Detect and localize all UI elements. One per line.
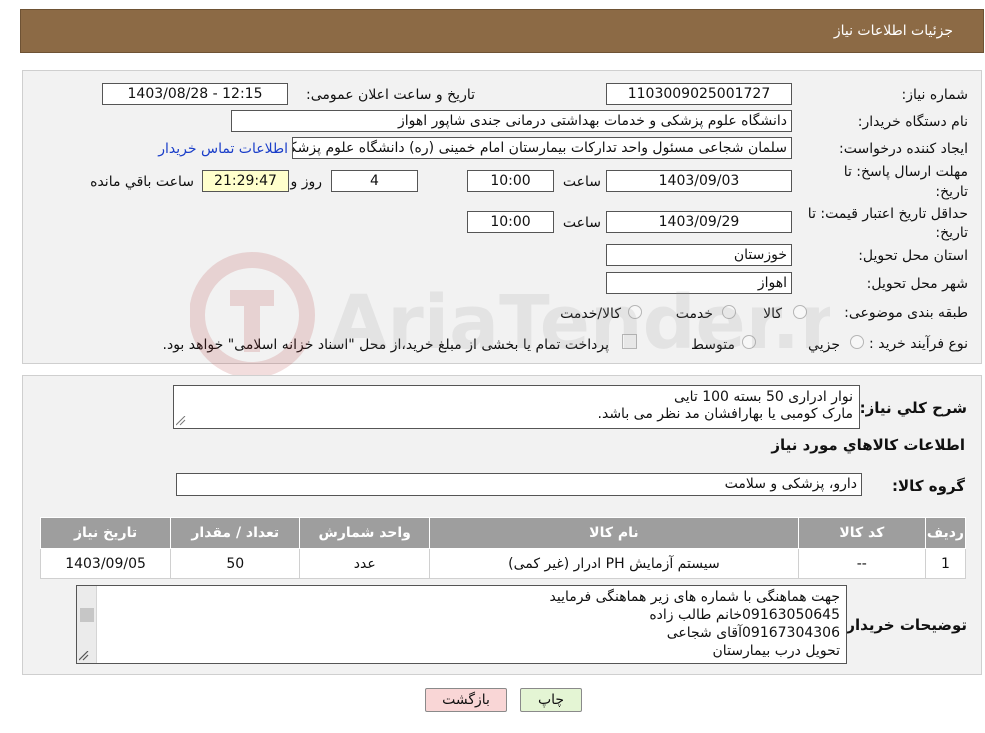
category-option-goods: کالا (763, 306, 782, 322)
process-option-partial: جزيي (808, 337, 840, 353)
process-option-medium: متوسط (691, 337, 735, 353)
goods-table: ردیف کد کالا نام کالا واحد شمارش تعداد /… (39, 517, 967, 579)
category-option-both: کالا/خدمت (560, 306, 621, 322)
price-validity-time-field: 10:00 (467, 211, 554, 233)
scroll-thumb[interactable] (80, 608, 94, 622)
col-goods-code: کد کالا (797, 517, 926, 549)
category-radio-service[interactable] (722, 305, 736, 319)
province-field: خوزستان (606, 244, 792, 266)
cell-unit: عدد (299, 548, 431, 579)
province-label: استان محل تحویل: (858, 248, 968, 264)
countdown-field: 21:29:47 (202, 170, 289, 192)
reply-deadline-label-1: مهلت ارسال پاسخ: تا (843, 164, 968, 180)
category-option-service: خدمت (675, 306, 713, 322)
price-validity-date-field: 1403/09/29 (606, 211, 792, 233)
notes-line-3: 09167304306آقای شجاعی (666, 625, 840, 641)
buyer-notes-textarea[interactable]: جهت هماهنگی با شماره های زیر هماهنگی فرم… (76, 585, 847, 664)
cell-goods-code: -- (797, 548, 926, 579)
category-radio-goods[interactable] (793, 305, 807, 319)
page-header: جزئیات اطلاعات نیاز (20, 9, 984, 53)
back-button[interactable]: بازگشت (425, 688, 507, 712)
need-number-field: 1103009025001727 (606, 83, 792, 105)
goods-group-label: گروه کالا: (892, 477, 965, 495)
notes-line-2: 09163050645خانم طالب زاده (649, 607, 840, 623)
buyer-org-label: نام دستگاه خریدار: (857, 114, 968, 130)
need-number-label: شماره نیاز: (901, 87, 969, 103)
city-label: شهر محل تحویل: (866, 276, 968, 292)
notes-line-4: تحویل درب بیمارستان (712, 643, 840, 659)
description-textarea[interactable]: نوار ادراری 50 بسته 100 تایی مارک کومبی … (173, 385, 860, 429)
table-header-row: ردیف کد کالا نام کالا واحد شمارش تعداد /… (39, 517, 967, 549)
treasury-checkbox[interactable] (622, 334, 637, 349)
price-validity-label-1: حداقل تاریخ اعتبار قیمت: تا (807, 206, 968, 222)
category-radio-both[interactable] (628, 305, 642, 319)
goods-info-title: اطلاعات کالاهاي مورد نياز (771, 436, 965, 454)
reply-deadline-time-field: 10:00 (467, 170, 554, 192)
days-label: روز و (290, 174, 323, 190)
col-unit: واحد شمارش (299, 517, 431, 549)
page-title: جزئیات اطلاعات نیاز (833, 23, 953, 39)
reply-time-label: ساعت (562, 174, 601, 190)
buyer-notes-label: توضیحات خریدار: (840, 616, 967, 634)
treasury-note: پرداخت تمام یا بخشی از مبلغ خرید،از محل … (162, 337, 609, 353)
col-row-number: ردیف (924, 517, 967, 549)
resize-grip-icon[interactable] (176, 416, 186, 426)
resize-grip-icon[interactable] (79, 651, 89, 661)
cell-quantity: 50 (170, 548, 301, 579)
buyer-org-field: دانشگاه علوم پزشکی و خدمات بهداشتی درمان… (231, 110, 792, 132)
goods-group-field: دارو، پزشکی و سلامت (176, 473, 862, 496)
cell-row-number: 1 (924, 548, 967, 579)
description-line-2: مارک کومبی یا بهارافشان مد نظر می باشد. (597, 406, 853, 422)
price-validity-time-label: ساعت (562, 215, 601, 231)
print-button[interactable]: چاپ (520, 688, 582, 712)
cell-goods-name: سیستم آزمایش PH ادرار (غیر کمی) (429, 548, 799, 579)
reply-deadline-label-2: تاریخ: (935, 184, 968, 200)
process-radio-medium[interactable] (742, 335, 756, 349)
requester-field: سلمان شجاعی مسئول واحد تدارکات بیمارستان… (292, 137, 792, 159)
days-remaining-field: 4 (331, 170, 418, 192)
process-label: نوع فرآیند خرید : (869, 336, 968, 352)
announce-datetime-field: 1403/08/28 - 12:15 (102, 83, 288, 105)
city-field: اهواز (606, 272, 792, 294)
price-validity-label-2: تاریخ: (935, 225, 968, 241)
category-label: طبقه بندی موضوعی: (844, 305, 968, 321)
remaining-label: ساعت باقي مانده (90, 174, 194, 190)
table-row: 1 -- سیستم آزمایش PH ادرار (غیر کمی) عدد… (39, 548, 967, 579)
requester-label: ایجاد کننده درخواست: (839, 141, 968, 157)
col-need-date: تاریخ نیاز (39, 517, 172, 549)
col-goods-name: نام کالا (429, 517, 799, 549)
cell-need-date: 1403/09/05 (39, 548, 172, 579)
notes-line-1: جهت هماهنگی با شماره های زیر هماهنگی فرم… (549, 589, 841, 605)
process-radio-partial[interactable] (850, 335, 864, 349)
description-line-1: نوار ادراری 50 بسته 100 تایی (674, 389, 853, 405)
reply-deadline-date-field: 1403/09/03 (606, 170, 792, 192)
description-label: شرح کلي نياز: (859, 399, 967, 417)
col-quantity: تعداد / مقدار (170, 517, 301, 549)
announce-datetime-label: تاریخ و ساعت اعلان عمومی: (306, 87, 475, 103)
buyer-contact-link[interactable]: اطلاعات تماس خریدار (158, 141, 288, 157)
